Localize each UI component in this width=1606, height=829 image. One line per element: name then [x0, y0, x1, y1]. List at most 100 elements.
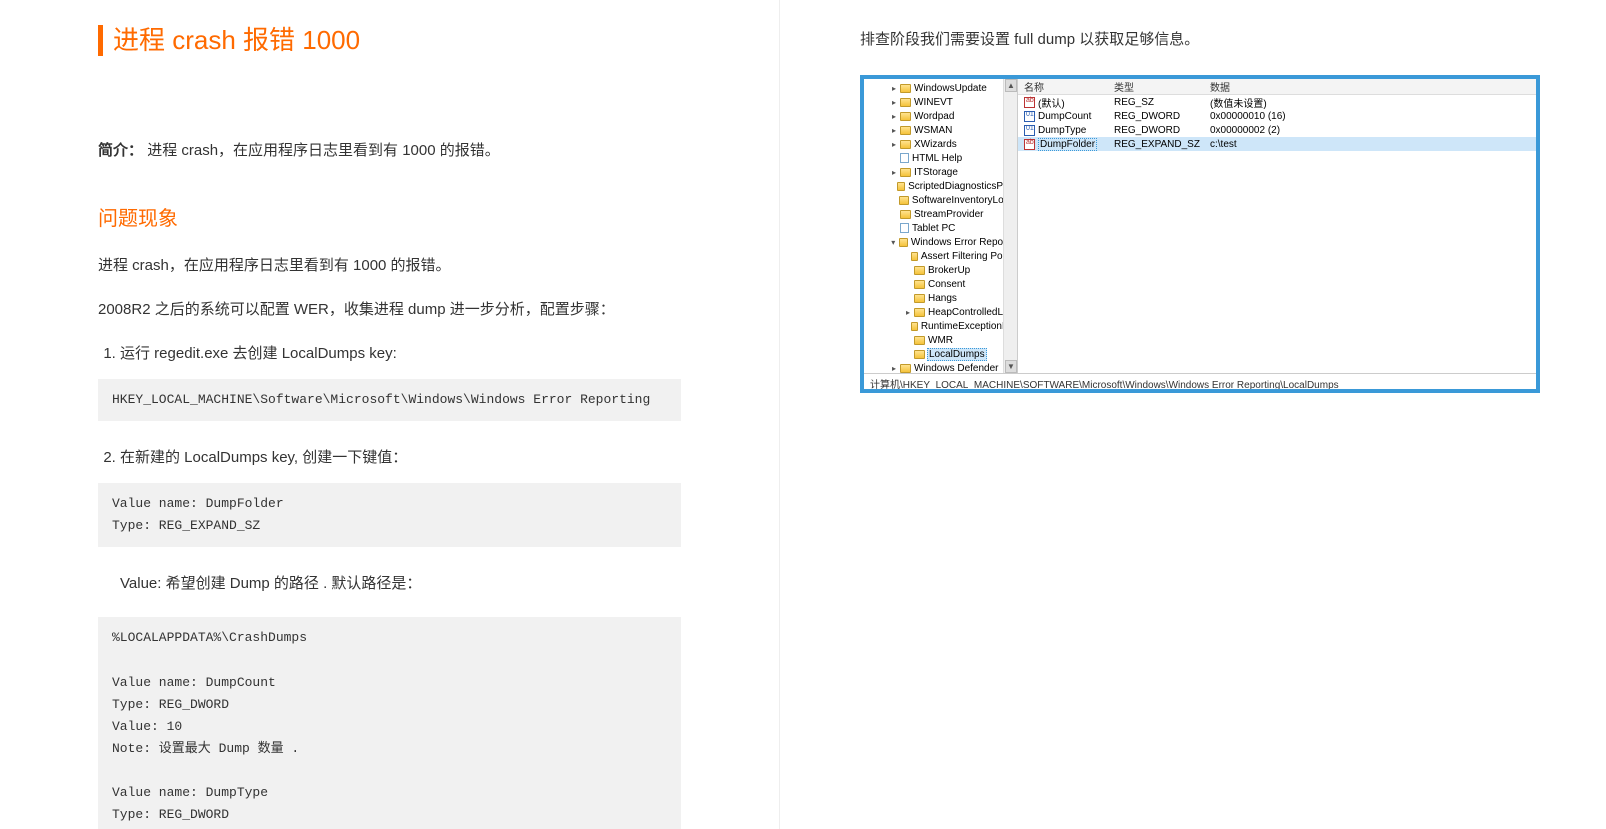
value-row[interactable]: DumpFolder REG_EXPAND_SZc:\test [1018, 137, 1536, 151]
tree-item-label: Windows Defender [913, 363, 998, 374]
regedit-body: ▸WindowsUpdate▸WINEVT▸Wordpad▸WSMAN▸XWiz… [864, 79, 1536, 373]
folder-icon [911, 252, 918, 261]
tree-scrollbar[interactable]: ▲ ▼ [1003, 79, 1017, 373]
folder-icon [914, 350, 925, 359]
tree-item[interactable]: Tablet PC [868, 221, 1017, 235]
tree-caret-icon[interactable]: ▸ [890, 84, 898, 93]
value-name: (默认) [1038, 95, 1065, 110]
tree-item[interactable]: WMR [868, 333, 1017, 347]
tree-item[interactable]: HTML Help [868, 151, 1017, 165]
value-type: REG_DWORD [1114, 125, 1210, 136]
tree-item-label: Hangs [927, 293, 957, 304]
scroll-down-icon[interactable]: ▼ [1005, 360, 1017, 373]
value-name: DumpFolder [1038, 138, 1097, 151]
tree-item-label: SoftwareInventoryLoggi [911, 195, 1017, 206]
tree-item[interactable]: LocalDumps [868, 347, 1017, 361]
page-icon [900, 153, 909, 163]
reg-binary-icon [1024, 111, 1035, 122]
reg-binary-icon [1024, 125, 1035, 136]
tree-caret-icon[interactable]: ▸ [890, 364, 898, 373]
folder-icon [899, 238, 908, 247]
tree-caret-icon[interactable]: ▸ [890, 126, 898, 135]
tree-caret-icon[interactable]: ▸ [890, 112, 898, 121]
tree-item[interactable]: ▸ ITStorage [868, 165, 1017, 179]
regedit-tree: ▸WindowsUpdate▸WINEVT▸Wordpad▸WSMAN▸XWiz… [868, 79, 1017, 373]
value-type: REG_EXPAND_SZ [1114, 139, 1210, 150]
tree-item-label: WindowsUpdate [913, 83, 987, 94]
value-row[interactable]: DumpType REG_DWORD0x00000002 (2) [1018, 123, 1536, 137]
tree-item-label: XWizards [913, 139, 957, 150]
values-header: 名称 类型 数据 [1018, 79, 1536, 95]
paragraph: 2008R2 之后的系统可以配置 WER，收集进程 dump 进一步分析，配置步… [98, 295, 681, 325]
value-row[interactable]: (默认)REG_SZ(数值未设置) [1018, 95, 1536, 109]
regedit-statusbar: 计算机\HKEY_LOCAL_MACHINE\SOFTWARE\Microsof… [864, 373, 1536, 389]
code-block: %LOCALAPPDATA%\CrashDumps Value name: Du… [98, 617, 681, 829]
code-block: HKEY_LOCAL_MACHINE\Software\Microsoft\Wi… [98, 379, 681, 421]
folder-icon [899, 196, 909, 205]
tree-item-label: LocalDumps [927, 348, 987, 361]
tree-item[interactable]: ▸ WINEVT [868, 95, 1017, 109]
tree-item[interactable]: ▾Windows Error Reportin [868, 235, 1017, 249]
folder-icon [914, 308, 925, 317]
folder-icon [900, 140, 911, 149]
tree-item[interactable]: ScriptedDiagnosticsProv [868, 179, 1017, 193]
tree-item[interactable]: ▸Wordpad [868, 109, 1017, 123]
regedit-tree-pane[interactable]: ▸WindowsUpdate▸WINEVT▸Wordpad▸WSMAN▸XWiz… [864, 79, 1018, 373]
scroll-up-icon[interactable]: ▲ [1005, 79, 1017, 92]
tree-item[interactable]: StreamProvider [868, 207, 1017, 221]
tree-caret-icon[interactable]: ▾ [890, 238, 897, 247]
value-name: DumpCount [1038, 111, 1091, 122]
page-title: 进程 crash 报错 1000 [98, 25, 681, 56]
summary-label: 简介： [98, 142, 143, 159]
tree-item[interactable]: ▸ Windows Defender [868, 361, 1017, 373]
tree-item-label: WINEVT [913, 97, 953, 108]
folder-icon [900, 126, 911, 135]
folder-icon [914, 294, 925, 303]
value-row[interactable]: DumpCountREG_DWORD0x00000010 (16) [1018, 109, 1536, 123]
tree-item[interactable]: BrokerUp [868, 263, 1017, 277]
folder-icon [897, 182, 905, 191]
tree-caret-icon[interactable]: ▸ [904, 308, 912, 317]
step-item: 在新建的 LocalDumps key, 创建一下键值： [120, 443, 681, 473]
tree-item[interactable]: ▸ XWizards [868, 137, 1017, 151]
steps-list: 运行 regedit.exe 去创建 LocalDumps key: [98, 339, 681, 369]
value-type: REG_SZ [1114, 97, 1210, 108]
tree-item[interactable]: Assert Filtering Policy [868, 249, 1017, 263]
tree-item[interactable]: SoftwareInventoryLoggi [868, 193, 1017, 207]
regedit-values-pane[interactable]: 名称 类型 数据 (默认)REG_SZ(数值未设置)DumpCountREG_D… [1018, 79, 1536, 373]
folder-icon [914, 280, 925, 289]
tree-item-label: WSMAN [913, 125, 952, 136]
col-type: 类型 [1114, 79, 1210, 94]
right-intro: 排查阶段我们需要设置 full dump 以获取足够信息。 [860, 25, 1546, 55]
article-right-column: 排查阶段我们需要设置 full dump 以获取足够信息。 ▸ WindowsUp… [780, 0, 1606, 829]
tree-item-label: BrokerUp [927, 265, 970, 276]
tree-item[interactable]: RuntimeExceptionHel [868, 319, 1017, 333]
tree-item[interactable]: ▸ WSMAN [868, 123, 1017, 137]
tree-item-label: HTML Help [911, 153, 962, 164]
value-name: DumpType [1038, 125, 1086, 136]
tree-item-label: ITStorage [913, 167, 958, 178]
value-data: 0x00000002 (2) [1210, 125, 1530, 136]
tree-item[interactable]: Hangs [868, 291, 1017, 305]
tree-caret-icon[interactable]: ▸ [890, 168, 898, 177]
value-data: c:\test [1210, 139, 1530, 150]
tree-item-label: Consent [927, 279, 965, 290]
folder-icon [900, 168, 911, 177]
folder-icon [900, 98, 911, 107]
tree-item[interactable]: ▸HeapControlledList [868, 305, 1017, 319]
tree-item-label: Tablet PC [911, 223, 955, 234]
reg-string-icon [1024, 139, 1035, 150]
page-icon [900, 223, 909, 233]
folder-icon [900, 364, 911, 373]
tree-caret-icon[interactable]: ▸ [890, 140, 898, 149]
tree-caret-icon[interactable]: ▸ [890, 98, 898, 107]
paragraph: 进程 crash，在应用程序日志里看到有 1000 的报错。 [98, 251, 681, 281]
folder-icon [911, 322, 918, 331]
folder-icon [900, 112, 911, 121]
folder-icon [914, 266, 925, 275]
tree-item[interactable]: ▸ WindowsUpdate [868, 81, 1017, 95]
tree-item[interactable]: Consent [868, 277, 1017, 291]
col-data: 数据 [1210, 79, 1530, 94]
reg-string-icon [1024, 97, 1035, 108]
col-name: 名称 [1024, 79, 1114, 94]
